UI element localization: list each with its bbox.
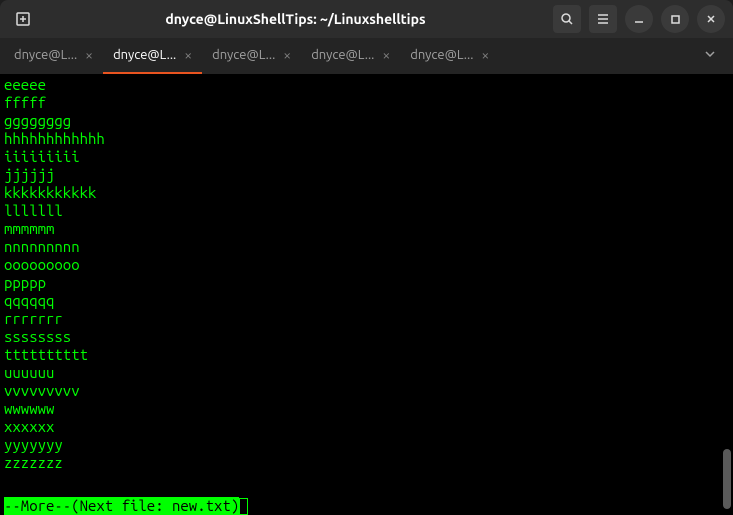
- terminal-line: rrrrrrr: [4, 310, 729, 328]
- maximize-button[interactable]: [661, 5, 689, 33]
- close-button[interactable]: [697, 5, 725, 33]
- terminal-line: zzzzzzz: [4, 454, 729, 472]
- terminal-line: ooooooooo: [4, 256, 729, 274]
- tab-close-button[interactable]: ×: [85, 47, 93, 63]
- terminal-line: gggggggg: [4, 112, 729, 130]
- tab-label: dnyce@L...: [14, 48, 77, 62]
- terminal-line: fffff: [4, 94, 729, 112]
- menu-button[interactable]: [589, 5, 617, 33]
- new-tab-button[interactable]: [8, 4, 38, 34]
- cursor: [239, 498, 248, 515]
- tab-4[interactable]: dnyce@L... ×: [400, 38, 499, 74]
- terminal-line: xxxxxx: [4, 418, 729, 436]
- window-title: dnyce@LinuxShellTips: ~/Linuxshelltips: [38, 11, 553, 27]
- close-icon: [705, 13, 717, 25]
- tab-label: dnyce@L...: [410, 48, 473, 62]
- more-status-text: --More--(Next file: new.txt): [4, 497, 239, 515]
- terminal-line: mmmmmm: [4, 220, 729, 238]
- titlebar-right: [553, 5, 725, 33]
- maximize-icon: [669, 13, 681, 25]
- tab-dropdown-button[interactable]: [691, 47, 729, 65]
- terminal-line: lllllll: [4, 202, 729, 220]
- tab-close-button[interactable]: ×: [481, 47, 489, 63]
- tab-close-button[interactable]: ×: [184, 47, 192, 63]
- terminal-line: nnnnnnnnn: [4, 238, 729, 256]
- tab-label: dnyce@L...: [212, 48, 275, 62]
- tab-label: dnyce@L...: [113, 48, 176, 62]
- window-titlebar: dnyce@LinuxShellTips: ~/Linuxshelltips: [0, 0, 733, 38]
- search-button[interactable]: [553, 5, 581, 33]
- terminal-line: uuuuuu: [4, 364, 729, 382]
- scrollbar[interactable]: [723, 154, 731, 511]
- terminal-line: qqqqqq: [4, 292, 729, 310]
- scrollbar-thumb[interactable]: [723, 449, 731, 509]
- terminal-line: wwwwww: [4, 400, 729, 418]
- tab-close-button[interactable]: ×: [283, 47, 291, 63]
- terminal-line: yyyyyyy: [4, 436, 729, 454]
- terminal-line: ssssssss: [4, 328, 729, 346]
- more-status-line: --More--(Next file: new.txt): [4, 497, 248, 515]
- minimize-button[interactable]: [625, 5, 653, 33]
- hamburger-icon: [596, 12, 610, 26]
- terminal-line: hhhhhhhhhhhh: [4, 130, 729, 148]
- tab-1[interactable]: dnyce@L... ×: [103, 38, 202, 74]
- titlebar-left: [8, 4, 38, 34]
- terminal-line: vvvvvvvvv: [4, 382, 729, 400]
- terminal-line: jjjjjj: [4, 166, 729, 184]
- terminal-line: eeeee: [4, 76, 729, 94]
- terminal-line: ppppp: [4, 274, 729, 292]
- tab-close-button[interactable]: ×: [382, 47, 390, 63]
- tab-bar: dnyce@L... × dnyce@L... × dnyce@L... × d…: [0, 38, 733, 74]
- minimize-icon: [633, 13, 645, 25]
- tab-label: dnyce@L...: [311, 48, 374, 62]
- tab-3[interactable]: dnyce@L... ×: [301, 38, 400, 74]
- tab-2[interactable]: dnyce@L... ×: [202, 38, 301, 74]
- new-tab-icon: [14, 10, 32, 28]
- terminal-line: kkkkkkkkkkk: [4, 184, 729, 202]
- terminal-line: tttttttttt: [4, 346, 729, 364]
- tab-0[interactable]: dnyce@L... ×: [4, 38, 103, 74]
- chevron-down-icon: [703, 47, 717, 61]
- terminal-viewport[interactable]: eeeeefffffgggggggghhhhhhhhhhhhiiiiiiiiij…: [0, 74, 733, 515]
- terminal-line: iiiiiiiii: [4, 148, 729, 166]
- search-icon: [560, 12, 574, 26]
- terminal-output: eeeeefffffgggggggghhhhhhhhhhhhiiiiiiiiij…: [4, 76, 729, 472]
